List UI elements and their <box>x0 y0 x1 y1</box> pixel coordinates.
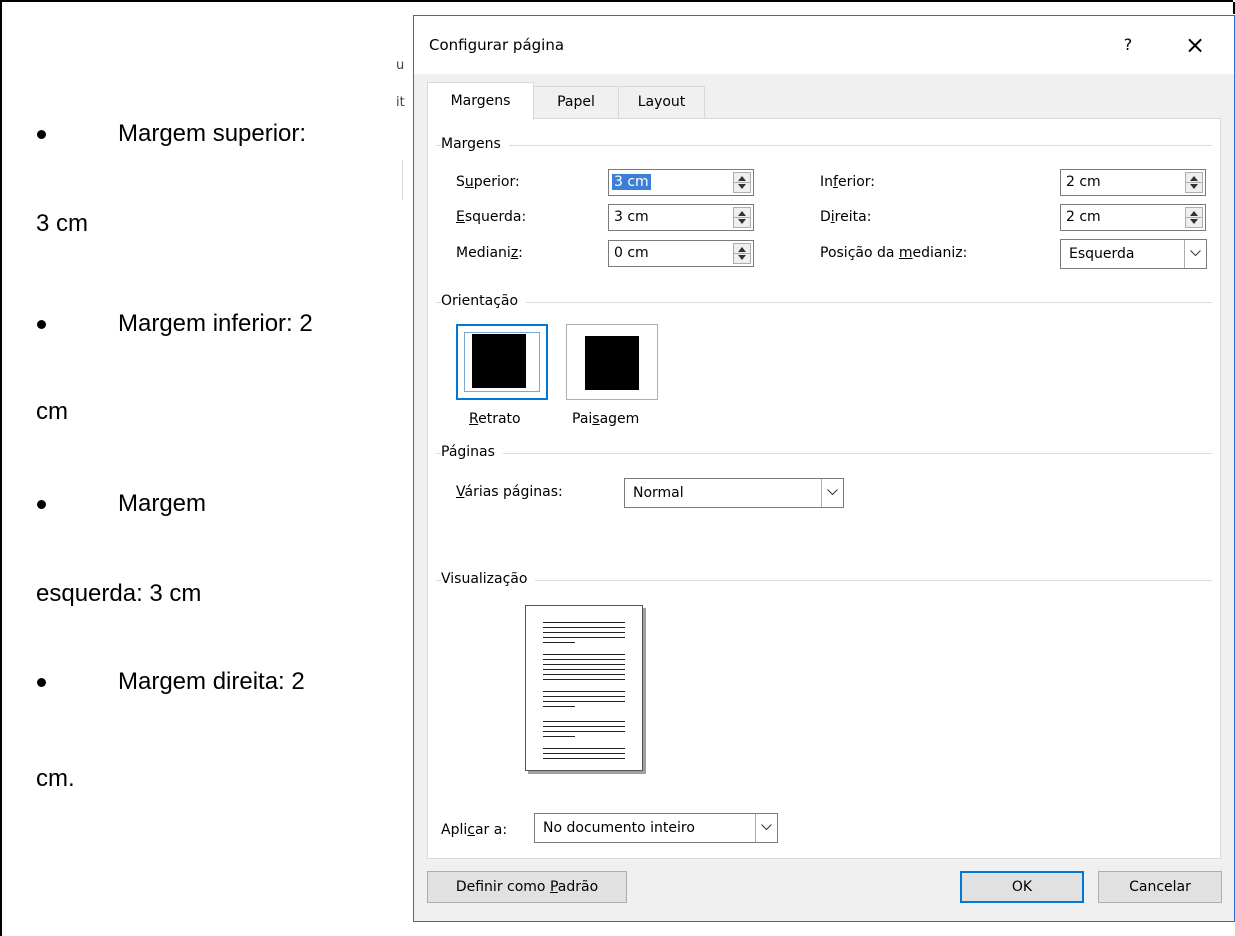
spin-down-icon[interactable] <box>1190 184 1198 189</box>
cancel-button[interactable]: Cancelar <box>1098 871 1222 903</box>
direita-value[interactable]: 2 cm <box>1066 209 1101 225</box>
dropdown-button[interactable] <box>755 814 777 842</box>
doc-line: Margem inferior: 2 <box>118 310 313 337</box>
varias-paginas-value: Normal <box>633 485 684 501</box>
help-icon: ? <box>1123 35 1133 54</box>
aplicar-label: Aplicar a: <box>441 822 508 838</box>
varias-paginas-label: Várias páginas: <box>456 484 563 500</box>
group-divider <box>436 453 1212 454</box>
tab-margens[interactable]: Margens <box>427 82 534 120</box>
esquerda-label: Esquerda: <box>456 209 527 225</box>
inferior-label: Inferior: <box>820 174 876 190</box>
spin-arrows[interactable] <box>1185 207 1203 228</box>
set-default-button[interactable]: Definir como Padrão <box>427 871 627 903</box>
tab-papel[interactable]: Papel <box>533 86 619 119</box>
varias-paginas-select[interactable]: Normal <box>624 478 844 508</box>
tab-label: Papel <box>557 94 595 110</box>
spin-down-icon[interactable] <box>1190 219 1198 224</box>
group-title-margens: Margens <box>441 136 509 152</box>
dialog-title: Configurar página <box>429 36 565 54</box>
spin-up-icon[interactable] <box>1190 176 1198 181</box>
superior-label: Superior: <box>456 174 520 190</box>
superior-spinbox[interactable]: 3 cm <box>608 169 754 196</box>
posicao-medianiz-label: Posição da medianiz: <box>820 245 968 261</box>
inferior-value[interactable]: 2 cm <box>1066 174 1101 190</box>
direita-spinbox[interactable]: 2 cm <box>1060 204 1206 231</box>
close-button[interactable]: × <box>1178 30 1212 60</box>
chevron-down-icon <box>827 489 838 496</box>
spin-arrows[interactable] <box>733 243 751 264</box>
spin-arrows[interactable] <box>733 172 751 193</box>
paisagem-label: Paisagem <box>572 411 640 427</box>
bullet <box>37 320 46 329</box>
posicao-value: Esquerda <box>1069 246 1135 262</box>
group-title-visualizacao: Visualização <box>441 571 536 587</box>
tab-label: Margens <box>450 93 511 109</box>
portrait-page-icon <box>472 334 526 388</box>
doc-line: esquerda: 3 cm <box>36 580 202 607</box>
page-preview <box>525 605 643 771</box>
doc-line: Margem superior: <box>118 120 307 147</box>
title-bar[interactable]: Configurar página ? × <box>414 16 1234 74</box>
esquerda-spinbox[interactable]: 3 cm <box>608 204 754 231</box>
group-divider <box>436 580 1212 581</box>
group-divider <box>436 302 1212 303</box>
medianiz-spinbox[interactable]: 0 cm <box>608 240 754 267</box>
divider <box>402 160 403 200</box>
close-icon: × <box>1184 31 1206 59</box>
group-title-orientacao: Orientação <box>441 293 527 309</box>
bullet <box>37 130 46 139</box>
doc-line: cm <box>36 398 68 425</box>
doc-line: 3 cm <box>36 210 89 237</box>
orientation-landscape-button[interactable] <box>566 324 658 400</box>
aplicar-select[interactable]: No documento inteiro <box>534 813 778 843</box>
word-window-strip: u it <box>396 40 410 924</box>
help-button[interactable]: ? <box>1113 30 1143 60</box>
medianiz-label: Medianiz: <box>456 245 523 261</box>
clipped-glyph: u <box>396 58 405 73</box>
spin-up-icon[interactable] <box>738 211 746 216</box>
doc-line: cm. <box>36 765 75 792</box>
bullet <box>37 500 46 509</box>
esquerda-value[interactable]: 3 cm <box>614 209 649 225</box>
landscape-page-icon <box>585 336 639 390</box>
tab-label: Layout <box>637 94 686 110</box>
doc-line: Margem <box>118 490 207 517</box>
group-title-paginas: Páginas <box>441 444 503 460</box>
orientation-portrait-button[interactable] <box>456 324 548 400</box>
doc-line: Margem direita: 2 <box>118 668 305 695</box>
spin-up-icon[interactable] <box>1190 211 1198 216</box>
spin-arrows[interactable] <box>1185 172 1203 193</box>
chevron-down-icon <box>761 824 772 831</box>
superior-value[interactable]: 3 cm <box>612 174 651 190</box>
spin-down-icon[interactable] <box>738 255 746 260</box>
spin-up-icon[interactable] <box>738 247 746 252</box>
chevron-down-icon <box>1190 250 1201 257</box>
group-divider <box>436 145 1212 146</box>
spin-arrows[interactable] <box>733 207 751 228</box>
medianiz-value[interactable]: 0 cm <box>614 245 649 261</box>
inferior-spinbox[interactable]: 2 cm <box>1060 169 1206 196</box>
dropdown-button[interactable] <box>821 479 843 507</box>
retrato-label: Retrato <box>469 411 521 427</box>
tab-panel-margens: Margens Superior: 3 cm Esquerda: 3 cm Me… <box>427 118 1221 859</box>
direita-label: Direita: <box>820 209 872 225</box>
ok-button[interactable]: OK <box>960 871 1084 903</box>
bullet <box>37 678 46 687</box>
aplicar-value: No documento inteiro <box>543 820 695 836</box>
posicao-medianiz-select[interactable]: Esquerda <box>1060 239 1207 269</box>
dropdown-button[interactable] <box>1184 240 1206 268</box>
tab-layout[interactable]: Layout <box>618 86 705 119</box>
page-setup-dialog: Configurar página ? × Margens Papel Layo… <box>413 15 1235 922</box>
spin-down-icon[interactable] <box>738 219 746 224</box>
spin-down-icon[interactable] <box>738 184 746 189</box>
clipped-glyph: it <box>396 95 405 110</box>
spin-up-icon[interactable] <box>738 176 746 181</box>
